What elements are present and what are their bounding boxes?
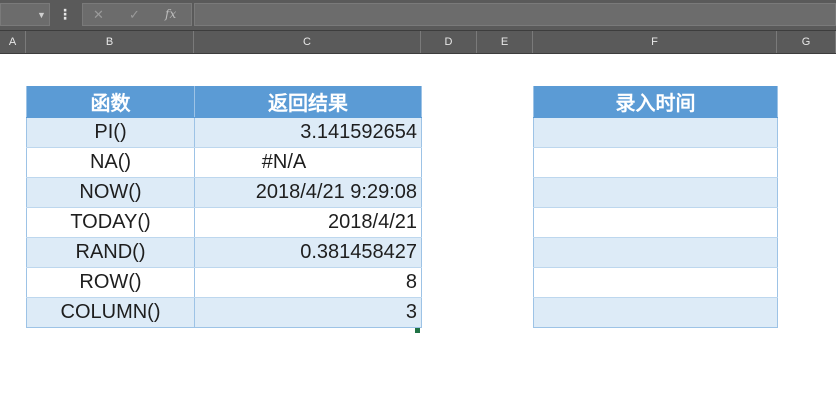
table-row: COLUMN() 3 — [26, 297, 422, 328]
cell-func[interactable]: ROW() — [26, 267, 195, 298]
functions-table: 函数 返回结果 PI() 3.141592654 NA() #N/A NOW()… — [26, 86, 422, 328]
header-cell-result[interactable]: 返回结果 — [194, 86, 422, 118]
table-header-row: 函数 返回结果 — [26, 86, 422, 118]
cell-entry-time[interactable] — [533, 117, 778, 148]
cell-func[interactable]: PI() — [26, 117, 195, 148]
table-row: NA() #N/A — [26, 147, 422, 178]
column-header-g[interactable]: G — [777, 31, 836, 53]
table-row — [533, 237, 778, 268]
formula-buttons: ✕ ✓ fx — [82, 3, 192, 26]
cell-result[interactable]: 0.381458427 — [194, 237, 422, 268]
column-header-c[interactable]: C — [194, 31, 421, 53]
cell-entry-time[interactable] — [533, 147, 778, 178]
cell-entry-time[interactable] — [533, 177, 778, 208]
table-row — [533, 267, 778, 298]
fill-handle[interactable] — [415, 328, 420, 333]
cell-func[interactable]: NA() — [26, 147, 195, 178]
cell-result[interactable]: 3 — [194, 297, 422, 328]
table-header-row: 录入时间 — [533, 86, 778, 118]
insert-function-icon[interactable]: fx — [165, 7, 176, 22]
cancel-icon[interactable]: ✕ — [93, 7, 104, 22]
cell-func[interactable]: RAND() — [26, 237, 195, 268]
cell-func[interactable]: NOW() — [26, 177, 195, 208]
cell-func[interactable]: TODAY() — [26, 207, 195, 238]
column-header-e[interactable]: E — [477, 31, 533, 53]
header-cell-function[interactable]: 函数 — [26, 86, 195, 118]
table-row: ROW() 8 — [26, 267, 422, 298]
chevron-down-icon[interactable]: ▼ — [37, 10, 46, 20]
table-row: TODAY() 2018/4/21 — [26, 207, 422, 238]
table-row — [533, 297, 778, 328]
more-options-icon[interactable]: ⋮ — [58, 5, 72, 23]
column-header-a[interactable]: A — [0, 31, 26, 53]
table-row: PI() 3.141592654 — [26, 117, 422, 148]
column-header-bar: A B C D E F G — [0, 31, 836, 54]
formula-bar: ▼ ⋮ ✕ ✓ fx — [0, 0, 836, 31]
column-header-b[interactable]: B — [26, 31, 194, 53]
cell-entry-time[interactable] — [533, 297, 778, 328]
cell-result[interactable]: 8 — [194, 267, 422, 298]
column-header-f[interactable]: F — [533, 31, 777, 53]
cell-result[interactable]: #N/A — [194, 147, 422, 178]
cell-result[interactable]: 3.141592654 — [194, 117, 422, 148]
cell-entry-time[interactable] — [533, 267, 778, 298]
table-row — [533, 117, 778, 148]
enter-check-icon[interactable]: ✓ — [129, 7, 140, 22]
table-row — [533, 207, 778, 238]
table-row — [533, 177, 778, 208]
cell-result[interactable]: 2018/4/21 — [194, 207, 422, 238]
cell-result-text: #N/A — [261, 150, 307, 173]
table-row: RAND() 0.381458427 — [26, 237, 422, 268]
table-row — [533, 147, 778, 178]
table-row: NOW() 2018/4/21 9:29:08 — [26, 177, 422, 208]
cell-entry-time[interactable] — [533, 237, 778, 268]
header-cell-entry-time[interactable]: 录入时间 — [533, 86, 778, 118]
cell-result[interactable]: 2018/4/21 9:29:08 — [194, 177, 422, 208]
cell-entry-time[interactable] — [533, 207, 778, 238]
entry-time-table: 录入时间 — [533, 86, 778, 328]
cell-func[interactable]: COLUMN() — [26, 297, 195, 328]
formula-input[interactable] — [194, 3, 836, 26]
name-box[interactable]: ▼ — [0, 3, 50, 26]
column-header-d[interactable]: D — [421, 31, 477, 53]
